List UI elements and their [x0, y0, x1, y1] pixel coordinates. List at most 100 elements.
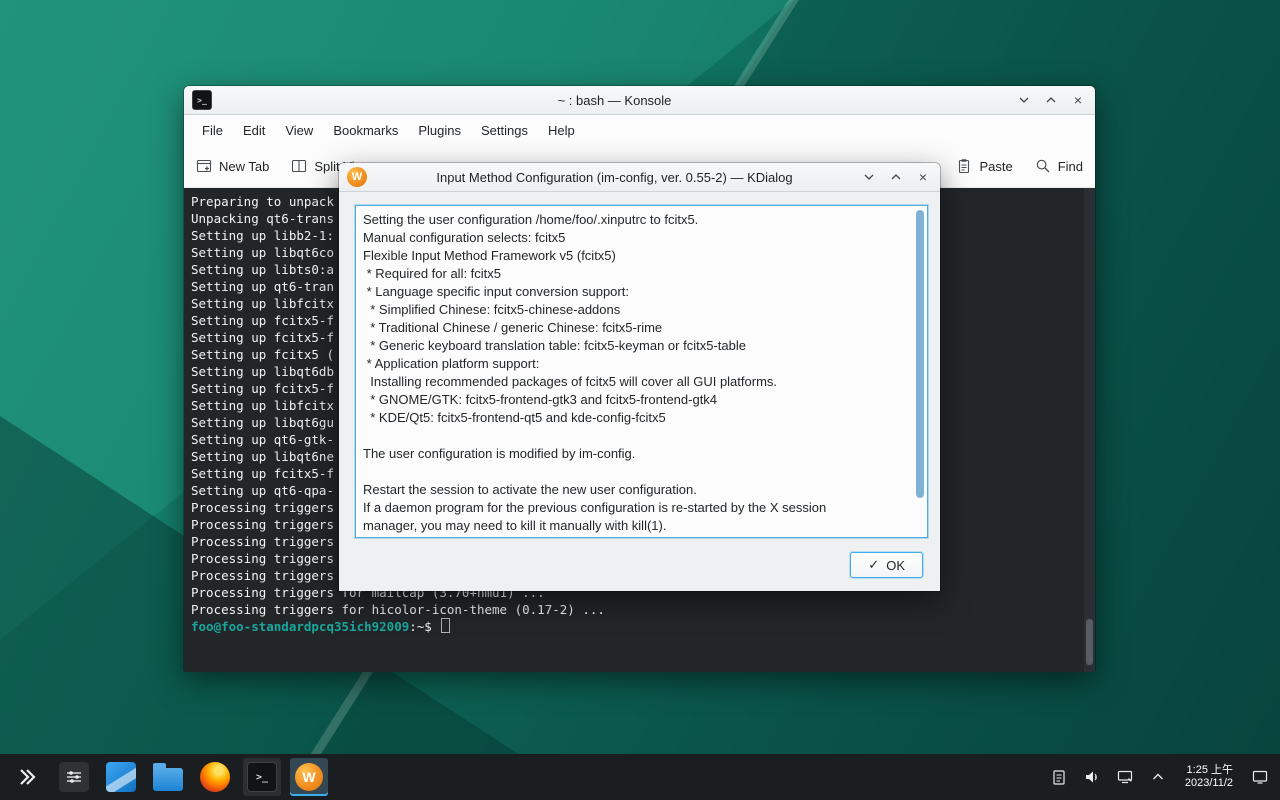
clock-widget[interactable]: 1:25 上午 2023/11/2 — [1179, 764, 1239, 791]
paste-icon — [956, 158, 972, 174]
dialog-text-line: Restart the session to activate the new … — [363, 481, 905, 499]
close-icon: × — [1074, 93, 1082, 107]
dialog-text-line: * Required for all: fcitx5 — [363, 265, 905, 283]
clock-time: 1:25 上午 — [1185, 764, 1233, 778]
paste-label: Paste — [979, 159, 1012, 174]
search-icon — [1035, 158, 1051, 174]
menu-item[interactable]: Settings — [471, 119, 538, 142]
im-config-app-icon: W — [347, 167, 367, 187]
im-config-icon: W — [295, 763, 323, 791]
volume-icon — [1083, 768, 1101, 786]
new-tab-label: New Tab — [219, 159, 269, 174]
new-tab-icon — [196, 158, 212, 174]
check-icon: ✓ — [868, 557, 879, 573]
new-tab-button[interactable]: New Tab — [196, 158, 269, 174]
find-button[interactable]: Find — [1035, 158, 1083, 174]
konsole-menubar: FileEditViewBookmarksPluginsSettingsHelp — [184, 115, 1095, 145]
terminal-scrollbar-thumb[interactable] — [1086, 619, 1093, 665]
konsole-window-title: ~ : bash — Konsole — [224, 93, 1005, 108]
paste-button[interactable]: Paste — [956, 158, 1012, 174]
prompt-user-host: foo@foo-standardpcq35ich92009 — [191, 619, 409, 634]
file-manager-button[interactable] — [149, 758, 187, 796]
terminal-scrollbar[interactable] — [1084, 188, 1095, 672]
input-method-tray-button[interactable] — [1113, 765, 1137, 789]
konsole-app-icon: >_ — [192, 90, 212, 110]
close-icon: × — [919, 170, 927, 184]
dialog-text-line: manager, you may need to kill it manuall… — [363, 517, 905, 535]
ok-button-label: OK — [886, 558, 905, 573]
firefox-button[interactable] — [196, 758, 234, 796]
chevron-down-icon — [1018, 94, 1030, 106]
chevron-down-icon — [863, 171, 875, 183]
kdialog-task-button[interactable]: W — [290, 758, 328, 796]
prompt-suffix: :~$ — [409, 619, 439, 634]
taskbar-panel: >_ W 1:25 上午 2023/11/2 — [0, 754, 1280, 800]
menu-item[interactable]: Bookmarks — [323, 119, 408, 142]
chevron-up-icon — [890, 171, 902, 183]
minimize-button[interactable] — [860, 168, 878, 186]
terminal-cursor — [441, 618, 450, 633]
input-method-icon — [1116, 768, 1134, 786]
dialog-text-line: Manual configuration selects: fcitx5 — [363, 229, 905, 247]
dialog-text-line — [363, 427, 905, 445]
volume-tray-button[interactable] — [1080, 765, 1104, 789]
dialog-text-line: * Generic keyboard translation table: fc… — [363, 337, 905, 355]
konsole-task-button[interactable]: >_ — [243, 758, 281, 796]
system-settings-button[interactable] — [55, 758, 93, 796]
dialog-scrollbar[interactable] — [915, 208, 925, 535]
dialog-text-line: Installing recommended packages of fcitx… — [363, 373, 905, 391]
split-view-icon — [291, 158, 307, 174]
dialog-text-line: Flexible Input Method Framework v5 (fcit… — [363, 247, 905, 265]
system-settings-icon — [59, 762, 89, 792]
dialog-text-area[interactable]: Setting the user configuration /home/foo… — [355, 205, 928, 538]
discover-icon — [106, 762, 136, 792]
dialog-text-line: * GNOME/GTK: fcitx5-frontend-gtk3 and fc… — [363, 391, 905, 409]
dialog-text-line: If a daemon program for the previous con… — [363, 499, 905, 517]
caret-up-icon — [1150, 769, 1166, 785]
menu-item[interactable]: Edit — [233, 119, 275, 142]
clipboard-icon — [1050, 768, 1068, 786]
dialog-text-line: * Language specific input conversion sup… — [363, 283, 905, 301]
close-button[interactable]: × — [1069, 91, 1087, 109]
dialog-text-lines: Setting the user configuration /home/foo… — [363, 211, 905, 538]
kdialog-window-title: Input Method Configuration (im-config, v… — [379, 170, 850, 185]
menu-item[interactable]: View — [275, 119, 323, 142]
kdialog-window: W Input Method Configuration (im-config,… — [339, 163, 940, 591]
dialog-scrollbar-thumb[interactable] — [916, 210, 924, 498]
dialog-text-line: * Application platform support: — [363, 355, 905, 373]
dialog-text-line — [363, 463, 905, 481]
show-desktop-button[interactable] — [1248, 765, 1272, 789]
application-launcher-icon — [16, 766, 38, 788]
close-button[interactable]: × — [914, 168, 932, 186]
maximize-button[interactable] — [1042, 91, 1060, 109]
dialog-text-line: * KDE/Qt5: fcitx5-frontend-qt5 and kde-c… — [363, 409, 905, 427]
konsole-titlebar[interactable]: >_ ~ : bash — Konsole × — [184, 86, 1095, 115]
clock-date: 2023/11/2 — [1185, 777, 1233, 791]
folder-icon — [153, 768, 183, 791]
dialog-text-line: * Traditional Chinese / generic Chinese:… — [363, 319, 905, 337]
terminal-line: Processing triggers for hicolor-icon-the… — [191, 601, 1081, 618]
dialog-text-line: Setting the user configuration /home/foo… — [363, 211, 905, 229]
kdialog-body: Setting the user configuration /home/foo… — [339, 192, 940, 541]
show-desktop-icon — [1251, 768, 1269, 786]
dialog-text-line: * Simplified Chinese: fcitx5-chinese-add… — [363, 301, 905, 319]
ok-button[interactable]: ✓ OK — [850, 552, 923, 578]
discover-button[interactable] — [102, 758, 140, 796]
firefox-icon — [200, 762, 230, 792]
menu-item[interactable]: File — [192, 119, 233, 142]
maximize-button[interactable] — [887, 168, 905, 186]
minimize-button[interactable] — [1015, 91, 1033, 109]
find-label: Find — [1058, 159, 1083, 174]
konsole-icon: >_ — [247, 762, 277, 792]
dialog-text-line: The user configuration is modified by im… — [363, 445, 905, 463]
application-launcher-button[interactable] — [8, 758, 46, 796]
expand-tray-button[interactable] — [1146, 765, 1170, 789]
chevron-up-icon — [1045, 94, 1057, 106]
clipboard-tray-button[interactable] — [1047, 765, 1071, 789]
kdialog-footer: ✓ OK — [339, 541, 940, 591]
kdialog-titlebar[interactable]: W Input Method Configuration (im-config,… — [339, 163, 940, 192]
menu-item[interactable]: Help — [538, 119, 585, 142]
dialog-text-line: See im-config(8) and /usr/share/doc/im-c… — [363, 535, 905, 538]
menu-item[interactable]: Plugins — [408, 119, 471, 142]
terminal-prompt: foo@foo-standardpcq35ich92009:~$ — [191, 618, 1081, 635]
